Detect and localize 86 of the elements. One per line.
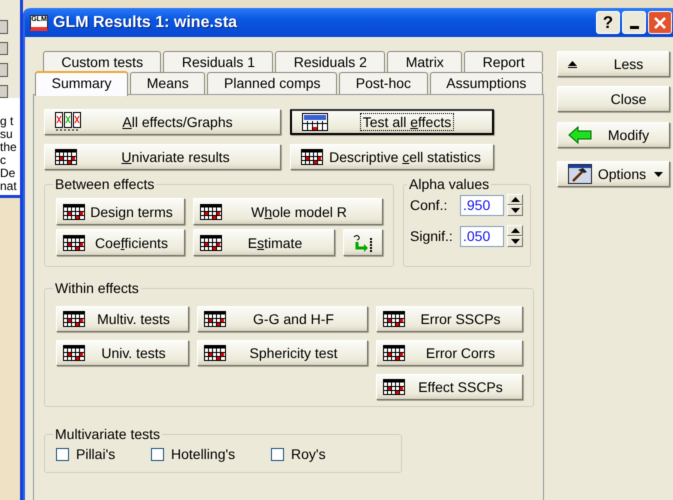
table-icon xyxy=(204,345,226,361)
command-button[interactable]: Coefficients xyxy=(56,229,185,256)
text-fragment: De xyxy=(0,167,16,180)
table-icon xyxy=(63,345,85,361)
command-button[interactable]: Multiv. tests xyxy=(56,306,189,332)
field-label: Conf.: xyxy=(410,197,448,213)
table-icon xyxy=(63,204,85,220)
chart-icon xyxy=(55,112,81,132)
text-fragment: su xyxy=(0,128,13,141)
toolbar-button[interactable] xyxy=(0,20,8,34)
toolbar-button[interactable] xyxy=(0,42,8,55)
icon-button[interactable] xyxy=(343,229,383,256)
text-fragment: nat xyxy=(0,180,17,193)
toolbar-button[interactable] xyxy=(0,84,8,98)
command-button[interactable]: Close xyxy=(557,86,670,112)
tab[interactable]: Residuals 2 xyxy=(275,51,386,72)
toolbar-button[interactable] xyxy=(0,63,8,76)
command-button[interactable]: Estimate xyxy=(193,229,335,256)
window-title: GLM Results 1: wine.sta xyxy=(53,14,238,32)
table-icon xyxy=(383,311,405,327)
up-icon xyxy=(568,60,577,68)
command-button[interactable]: Test all effects xyxy=(290,109,494,135)
minimize-button[interactable] xyxy=(622,11,646,34)
tab[interactable]: Custom tests xyxy=(43,51,162,72)
command-button[interactable]: Error Corrs xyxy=(376,340,523,366)
tab[interactable]: Report xyxy=(464,51,543,72)
tab[interactable]: Matrix xyxy=(387,51,462,72)
spin-up-button[interactable] xyxy=(507,225,523,236)
text-fragment: g t xyxy=(0,115,14,128)
command-button[interactable]: Sphericity test xyxy=(197,340,368,366)
table-icon xyxy=(200,204,222,220)
field-label: Signif.: xyxy=(410,228,454,244)
table-icon xyxy=(63,311,85,327)
command-button[interactable]: G-G and H-F xyxy=(197,306,368,332)
spin-down-button[interactable] xyxy=(507,205,523,216)
table-icon xyxy=(63,234,85,250)
tab[interactable]: Means xyxy=(130,72,206,94)
table-icon xyxy=(200,234,222,250)
tab[interactable]: Planned comps xyxy=(207,72,338,94)
up-triangle-icon xyxy=(510,197,520,202)
close-icon xyxy=(653,16,667,30)
hammer-icon xyxy=(568,164,592,184)
help-button[interactable]: ? xyxy=(596,11,620,34)
command-button[interactable]: Descriptive cell statistics xyxy=(290,144,494,170)
up-triangle-icon xyxy=(510,228,520,233)
group-title: Alpha values xyxy=(408,176,490,192)
checkbox-label: Roy's xyxy=(291,446,326,462)
left-arrow-icon xyxy=(568,126,592,144)
table-icon xyxy=(301,149,323,165)
command-button[interactable]: Univ. tests xyxy=(56,340,189,366)
table-icon xyxy=(204,311,226,327)
text-fragment: the xyxy=(0,141,17,154)
command-button[interactable]: Whole model R xyxy=(193,198,383,225)
table-icon xyxy=(383,379,405,395)
tab[interactable]: Post-hoc xyxy=(339,72,428,94)
command-button[interactable]: Less xyxy=(557,51,670,77)
checkbox-label: Pillai's xyxy=(76,446,116,462)
checkbox[interactable] xyxy=(151,448,164,460)
table-icon xyxy=(302,113,328,131)
command-button[interactable]: Design terms xyxy=(56,198,185,225)
tab[interactable]: Summary xyxy=(35,71,128,96)
spin-down-button[interactable] xyxy=(507,236,523,247)
checkbox-label: Hotelling's xyxy=(171,446,236,462)
checkbox[interactable] xyxy=(56,448,69,460)
number-field[interactable]: .950 xyxy=(460,194,504,216)
command-button[interactable]: Options xyxy=(557,161,670,187)
group-title: Multivariate tests xyxy=(54,426,162,442)
spin-up-button[interactable] xyxy=(507,194,523,205)
down-triangle-icon xyxy=(510,208,520,213)
command-button[interactable]: Effect SSCPs xyxy=(376,374,523,400)
command-button[interactable]: Univariate results xyxy=(44,144,281,170)
group-title: Within effects xyxy=(54,280,140,296)
checkbox[interactable] xyxy=(271,448,284,460)
tab[interactable]: Assumptions xyxy=(430,72,544,94)
group-title: Between effects xyxy=(54,176,156,192)
text-fragment: c xyxy=(0,154,6,167)
command-button[interactable]: Modify xyxy=(557,122,670,148)
table-icon xyxy=(383,345,405,361)
tab[interactable]: Residuals 1 xyxy=(163,51,274,72)
down-triangle-icon xyxy=(510,239,520,244)
close-button[interactable] xyxy=(648,11,672,34)
command-button[interactable]: Error SSCPs xyxy=(376,306,523,332)
command-button[interactable]: All effects/Graphs xyxy=(44,109,281,135)
number-field[interactable]: .050 xyxy=(460,226,504,246)
export-icon xyxy=(352,234,374,252)
table-icon xyxy=(55,149,77,165)
